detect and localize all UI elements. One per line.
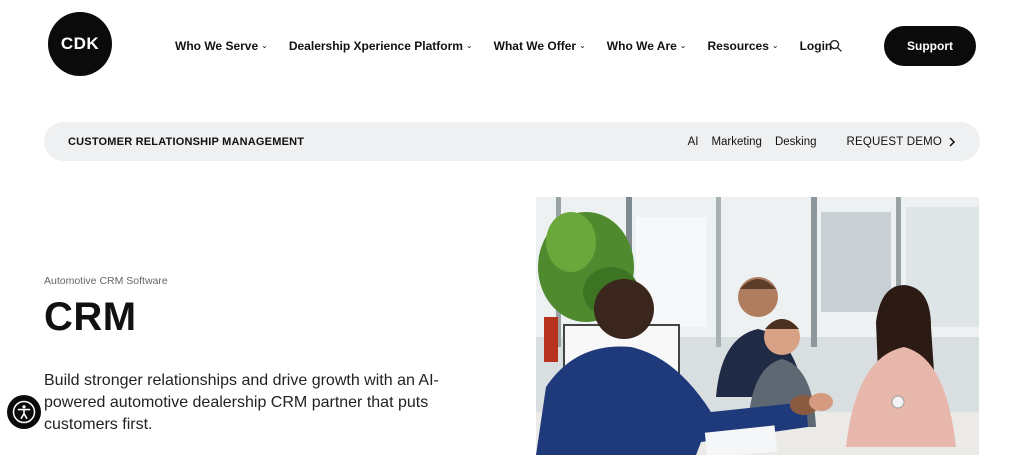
subnav-title: CUSTOMER RELATIONSHIP MANAGEMENT (68, 135, 305, 148)
hero-description: Build stronger relationships and drive g… (44, 372, 439, 433)
support-button[interactable]: Support (884, 26, 976, 66)
nav-label: Login (799, 39, 833, 53)
nav-item-what-we-offer[interactable]: What We Offer ⌄ (494, 39, 586, 53)
nav-item-who-we-are[interactable]: Who We Are ⌄ (607, 39, 687, 53)
nav-item-dealership-xperience-platform[interactable]: Dealership Xperience Platform ⌄ (289, 39, 473, 53)
hero-photo-handshake (536, 197, 979, 455)
subnav-links: AI Marketing Desking REQUEST DEMO (675, 136, 956, 148)
subnav-link-desking[interactable]: Desking (775, 136, 817, 148)
chevron-right-icon (949, 136, 956, 147)
nav-item-who-we-serve[interactable]: Who We Serve ⌄ (175, 39, 268, 53)
nav-label: What We Offer (493, 39, 577, 53)
page-title: CRM (44, 295, 137, 339)
request-demo-link[interactable]: REQUEST DEMO (847, 136, 956, 148)
accessibility-icon (12, 400, 36, 424)
cdk-logo[interactable]: CDK (48, 12, 112, 76)
nav-label: Who We Serve (175, 39, 259, 53)
nav-item-resources[interactable]: Resources ⌄ (708, 39, 779, 53)
nav-label: Who We Are (606, 39, 677, 53)
search-icon[interactable] (829, 39, 842, 52)
chevron-down-icon: ⌄ (261, 41, 268, 50)
chevron-down-icon: ⌄ (771, 41, 779, 50)
subnav-link-ai[interactable]: AI (688, 136, 699, 148)
nav-item-login[interactable]: Login (800, 39, 833, 53)
product-subnav: CUSTOMER RELATIONSHIP MANAGEMENT AI Mark… (44, 122, 980, 161)
chevron-down-icon: ⌄ (465, 41, 473, 50)
hero-eyebrow: Automotive CRM Software (44, 275, 168, 287)
chevron-down-icon: ⌄ (579, 41, 586, 50)
nav-label: Resources (707, 39, 769, 53)
nav-label: Dealership Xperience Platform (288, 39, 463, 53)
main-nav: Who We Serve ⌄ Dealership Xperience Plat… (175, 37, 832, 55)
chevron-down-icon: ⌄ (679, 41, 687, 50)
request-demo-label: REQUEST DEMO (846, 135, 942, 148)
subnav-link-marketing[interactable]: Marketing (711, 136, 762, 148)
logo-text: CDK (60, 34, 100, 53)
accessibility-button[interactable] (7, 395, 41, 429)
